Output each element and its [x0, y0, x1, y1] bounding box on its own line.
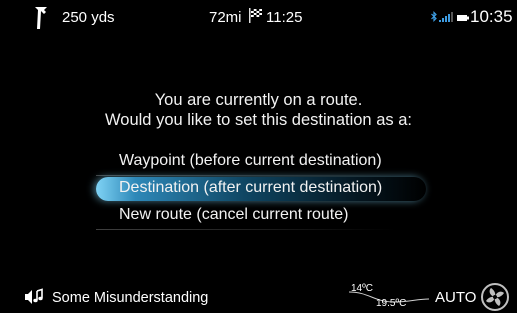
- checkered-flag-icon: [249, 8, 262, 23]
- signal-strength-icon: [439, 12, 453, 22]
- climate-mode[interactable]: AUTO: [435, 289, 476, 306]
- audio-source-icon[interactable]: [24, 288, 48, 306]
- cabin-temperature[interactable]: 19.5ºC: [376, 298, 406, 309]
- bottom-bar: Some Misunderstanding 14ºC 19.5ºC AUTO: [0, 280, 517, 313]
- next-turn-distance: 250 yds: [62, 9, 115, 26]
- battery-icon: [457, 15, 469, 21]
- divider: [96, 229, 396, 230]
- status-bar: 250 yds 72mi 11:25 10:35: [0, 0, 517, 36]
- prompt-line-2: Would you like to set this destination a…: [105, 111, 412, 129]
- turn-left-arrow-icon: [35, 7, 47, 29]
- option-new-route[interactable]: New route (cancel current route): [96, 202, 396, 230]
- track-title: Some Misunderstanding: [52, 290, 209, 306]
- clock: 10:35: [470, 7, 513, 26]
- outside-temperature: 14ºC: [351, 283, 373, 294]
- prompt-line-1: You are currently on a route.: [154, 91, 363, 109]
- option-label: Waypoint (before current destination): [119, 152, 382, 169]
- option-label: Destination (after current destination): [119, 179, 383, 196]
- fan-icon[interactable]: [480, 282, 510, 312]
- arrival-time: 11:25: [266, 9, 303, 26]
- option-waypoint[interactable]: Waypoint (before current destination): [96, 148, 396, 176]
- remaining-distance: 72mi: [209, 9, 242, 26]
- option-label: New route (cancel current route): [119, 206, 349, 223]
- bluetooth-icon: [431, 11, 437, 22]
- option-destination[interactable]: Destination (after current destination): [96, 175, 426, 201]
- route-prompt: You are currently on a route. Would you …: [0, 90, 517, 130]
